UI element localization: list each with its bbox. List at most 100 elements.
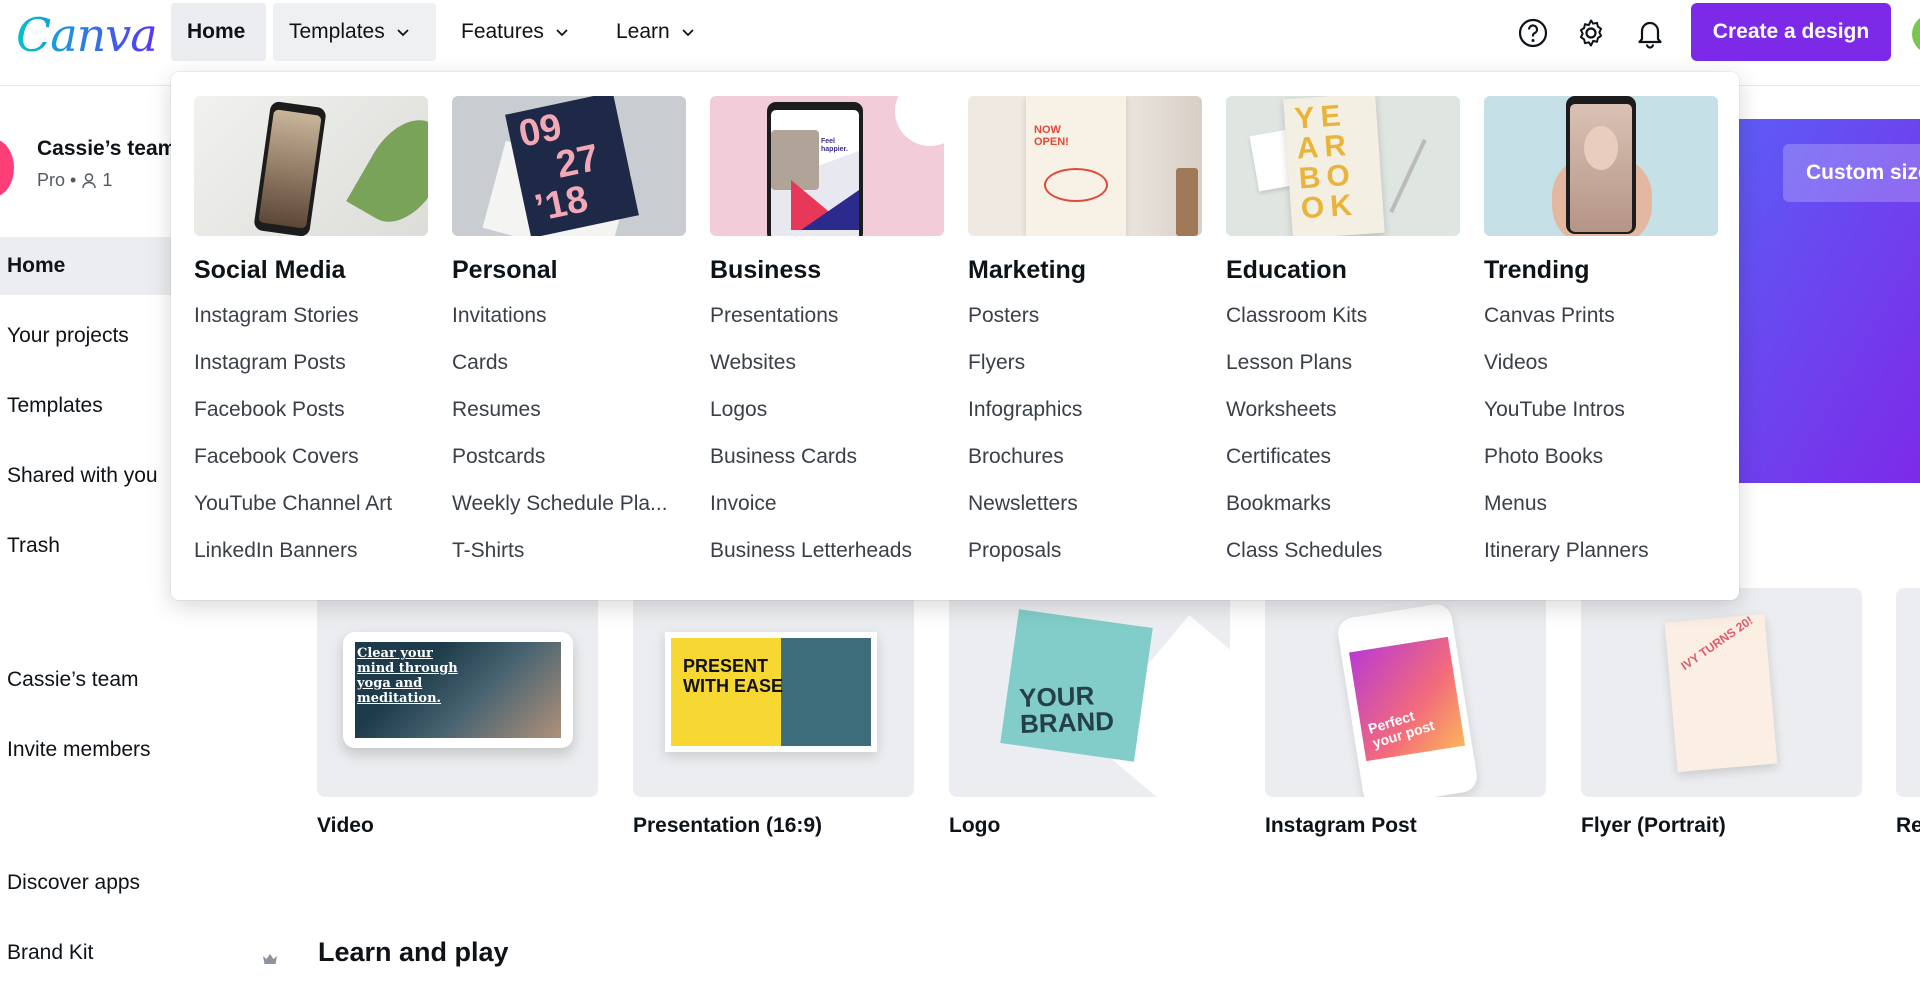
menu-item[interactable]: Photo Books	[1484, 441, 1718, 488]
menu-item[interactable]: YouTube Channel Art	[194, 488, 428, 535]
menu-item[interactable]: YouTube Intros	[1484, 394, 1718, 441]
column-title[interactable]: Trending	[1484, 256, 1718, 292]
column-title[interactable]: Education	[1226, 256, 1460, 292]
menu-item[interactable]: Resumes	[452, 394, 686, 441]
menu-item[interactable]: Instagram Stories	[194, 300, 428, 347]
sidebar-item-brand-kit[interactable]: Brand Kit	[0, 924, 300, 982]
menu-item[interactable]: Bookmarks	[1226, 488, 1460, 535]
team-name[interactable]: Cassie’s team	[37, 137, 176, 161]
trending-thumbnail[interactable]	[1484, 96, 1718, 236]
create-design-button[interactable]: Create a design	[1691, 3, 1891, 61]
menu-item[interactable]: Videos	[1484, 347, 1718, 394]
presentation-thumbnail-text: PRESENT WITH EASE	[683, 656, 784, 696]
menu-item[interactable]: Brochures	[968, 441, 1202, 488]
design-type-label[interactable]: Video	[317, 814, 374, 838]
menu-item[interactable]: Worksheets	[1226, 394, 1460, 441]
design-type-flyer[interactable]: IVY TURNS 20!	[1581, 588, 1862, 797]
design-type-video[interactable]: Clear your mind through yoga and meditat…	[317, 588, 598, 797]
menu-item[interactable]: Invoice	[710, 488, 944, 535]
design-type-label[interactable]: Presentation (16:9)	[633, 814, 822, 838]
column-title[interactable]: Personal	[452, 256, 686, 292]
help-icon	[1518, 18, 1548, 48]
flyer-thumbnail-text: IVY TURNS 20!	[1678, 613, 1756, 674]
menu-item[interactable]: Business Letterheads	[710, 535, 944, 582]
menu-item[interactable]: Class Schedules	[1226, 535, 1460, 582]
education-thumbnail[interactable]: YEARBOOK	[1226, 96, 1460, 236]
nav-features[interactable]: Features	[445, 3, 586, 61]
design-type-instagram-post[interactable]: Perfect your post	[1265, 588, 1546, 797]
video-thumbnail-text: Clear your mind through yoga and meditat…	[357, 646, 458, 706]
sidebar-item-home[interactable]: Home	[0, 237, 172, 295]
dropdown-column-marketing: NOW OPEN! Marketing Posters Flyers Infog…	[968, 96, 1202, 582]
nav-learn[interactable]: Learn	[600, 3, 712, 61]
team-avatar[interactable]	[0, 139, 14, 197]
presentation-thumbnail: PRESENT WITH EASE	[665, 632, 877, 752]
nav-home[interactable]: Home	[171, 3, 266, 61]
column-title[interactable]: Business	[710, 256, 944, 292]
business-thumbnail[interactable]: Feel happier.	[710, 96, 944, 236]
help-button[interactable]	[1512, 12, 1554, 54]
design-type-label[interactable]: Instagram Post	[1265, 814, 1417, 838]
design-type-logo[interactable]: YOUR BRAND	[949, 588, 1230, 797]
design-type-label[interactable]: Flyer (Portrait)	[1581, 814, 1726, 838]
user-avatar[interactable]	[1912, 14, 1920, 54]
menu-item[interactable]: Flyers	[968, 347, 1202, 394]
custom-size-button[interactable]: Custom size	[1783, 144, 1920, 202]
personal-thumbnail[interactable]: 09 27 ’18	[452, 96, 686, 236]
design-type-label[interactable]: Logo	[949, 814, 1000, 838]
column-title[interactable]: Marketing	[968, 256, 1202, 292]
logo-thumbnail: YOUR BRAND	[1000, 609, 1153, 762]
video-thumbnail: Clear your mind through yoga and meditat…	[343, 632, 573, 748]
menu-item[interactable]: Cards	[452, 347, 686, 394]
sidebar-item-invite-members[interactable]: Invite members	[0, 721, 300, 779]
menu-item[interactable]: Lesson Plans	[1226, 347, 1460, 394]
canva-logo[interactable]: Canva	[16, 8, 158, 62]
social-media-thumbnail[interactable]	[194, 96, 428, 236]
sidebar-item-discover-apps[interactable]: Discover apps	[0, 854, 300, 912]
menu-item[interactable]: Business Cards	[710, 441, 944, 488]
settings-button[interactable]	[1570, 12, 1612, 54]
sidebar-item-team[interactable]: Cassie’s team	[0, 651, 300, 709]
menu-item[interactable]: Newsletters	[968, 488, 1202, 535]
nav-learn-label: Learn	[616, 20, 670, 43]
menu-item[interactable]: Canvas Prints	[1484, 300, 1718, 347]
education-art-text: YEARBOOK	[1293, 99, 1359, 226]
menu-item[interactable]: LinkedIn Banners	[194, 535, 428, 582]
menu-item[interactable]: Certificates	[1226, 441, 1460, 488]
section-title-learn-and-play: Learn and play	[318, 937, 509, 967]
design-type-partial[interactable]	[1896, 588, 1920, 797]
dropdown-column-personal: 09 27 ’18 Personal Invitations Cards Res…	[452, 96, 686, 582]
menu-item[interactable]: Infographics	[968, 394, 1202, 441]
marketing-art-text: NOW OPEN!	[1034, 124, 1069, 148]
menu-item[interactable]: Logos	[710, 394, 944, 441]
menu-item[interactable]: Facebook Covers	[194, 441, 428, 488]
menu-item[interactable]: Menus	[1484, 488, 1718, 535]
crown-icon	[263, 954, 277, 964]
team-plan: Pro •	[37, 170, 77, 190]
nav-templates[interactable]: Templates	[273, 3, 436, 61]
design-type-label[interactable]: Re	[1896, 814, 1920, 838]
chevron-down-icon	[397, 29, 409, 37]
menu-item[interactable]: Posters	[968, 300, 1202, 347]
menu-item[interactable]: Weekly Schedule Pla...	[452, 488, 686, 535]
marketing-thumbnail[interactable]: NOW OPEN!	[968, 96, 1202, 236]
design-type-presentation[interactable]: PRESENT WITH EASE	[633, 588, 914, 797]
menu-item[interactable]: Classroom Kits	[1226, 300, 1460, 347]
menu-item[interactable]: Instagram Posts	[194, 347, 428, 394]
menu-item[interactable]: Itinerary Planners	[1484, 535, 1718, 582]
menu-item[interactable]: Websites	[710, 347, 944, 394]
column-title[interactable]: Social Media	[194, 256, 428, 292]
gear-icon	[1579, 19, 1603, 47]
person-icon	[82, 172, 97, 188]
chevron-down-icon	[682, 29, 694, 37]
menu-item[interactable]: T-Shirts	[452, 535, 686, 582]
nav-features-label: Features	[461, 20, 544, 43]
menu-item[interactable]: Presentations	[710, 300, 944, 347]
menu-item[interactable]: Postcards	[452, 441, 686, 488]
menu-item[interactable]: Facebook Posts	[194, 394, 428, 441]
logo-thumbnail-text: YOUR BRAND	[1018, 680, 1115, 740]
notifications-button[interactable]	[1629, 12, 1671, 54]
menu-item[interactable]: Proposals	[968, 535, 1202, 582]
flyer-thumbnail: IVY TURNS 20!	[1664, 613, 1778, 773]
menu-item[interactable]: Invitations	[452, 300, 686, 347]
